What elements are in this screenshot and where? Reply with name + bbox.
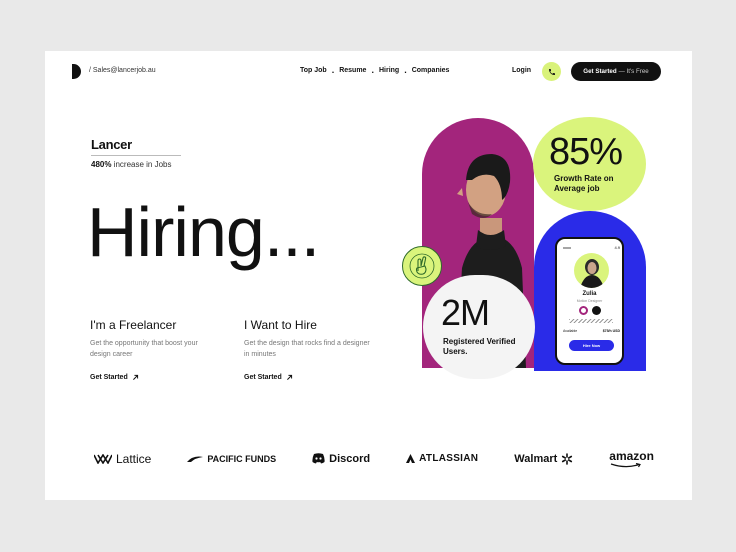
pacific-funds-logo-icon xyxy=(187,456,204,462)
nav-item-resume[interactable]: Resume xyxy=(339,67,366,74)
main-nav: Top Job . Resume . Hiring . Companies xyxy=(300,65,450,75)
lattice-logo-icon xyxy=(94,453,112,464)
login-link[interactable]: Login xyxy=(512,67,531,74)
designer-role: Motion Designer xyxy=(576,299,603,303)
hire-description: Get the design that rocks find a designe… xyxy=(244,340,370,358)
designer-name: Zulia xyxy=(582,291,597,297)
skill-bar xyxy=(569,319,613,323)
peace-hand-icon xyxy=(409,253,435,279)
partner-lattice: Lattice xyxy=(94,452,151,466)
sales-email-link[interactable]: / Sales@lancerjob.au xyxy=(89,67,156,74)
hero-title: Hiring... xyxy=(87,193,320,271)
increase-label: increase in Jobs xyxy=(111,160,172,169)
partner-pacific-funds: PACIFIC FUNDS xyxy=(187,454,276,464)
phone-mockup: 4.9 Zulia Motion Designer Available $75/… xyxy=(555,237,624,365)
divider xyxy=(91,155,181,156)
amazon-smile-icon xyxy=(611,463,642,468)
freelancer-heading: I'm a Freelancer xyxy=(90,318,177,332)
brand-name: Lancer xyxy=(91,137,132,152)
rating-value: 4.9 xyxy=(614,245,620,250)
growth-rate-stat: 85% Growth Rate on Average job xyxy=(533,117,646,211)
cta-suffix: — It's Free xyxy=(618,68,649,75)
link-label: Get Started xyxy=(90,374,128,381)
partner-discord: Discord xyxy=(312,453,370,465)
nav-separator: . xyxy=(331,65,335,75)
freelancer-description: Get the opportunity that boost your desi… xyxy=(90,340,198,358)
partner-amazon: amazon xyxy=(609,449,654,468)
swatch-black[interactable] xyxy=(592,306,601,315)
color-swatches xyxy=(579,306,601,315)
avatar-illustration xyxy=(580,259,604,288)
phone-button[interactable] xyxy=(542,62,561,81)
growth-rate-value: 85% xyxy=(549,131,623,173)
nav-separator: . xyxy=(371,65,374,75)
partner-name: Walmart xyxy=(514,452,558,465)
brand-logo[interactable] xyxy=(72,64,81,79)
nav-item-top-job[interactable]: Top Job xyxy=(300,67,327,74)
hourly-rate: $75/h USD xyxy=(602,329,620,333)
partner-name: amazon xyxy=(609,449,654,463)
registered-users-stat: 2M Registered Verified Users. xyxy=(423,275,535,379)
nav-separator: . xyxy=(404,65,407,75)
partner-name: Discord xyxy=(329,452,371,465)
atlassian-logo-icon xyxy=(406,454,416,463)
jobs-increase-text: 480% increase in Jobs xyxy=(91,160,172,169)
walmart-spark-icon xyxy=(562,452,573,465)
partner-atlassian: ATLASSIAN xyxy=(406,453,478,464)
partner-name: PACIFIC FUNDS xyxy=(207,453,277,464)
nav-item-hiring[interactable]: Hiring xyxy=(379,67,399,74)
discord-logo-icon xyxy=(312,453,325,464)
partner-walmart: Walmart xyxy=(514,453,573,465)
availability-row: Available $75/h USD xyxy=(563,329,620,333)
landing-page-card: / Sales@lancerjob.au Top Job . Resume . … xyxy=(45,51,692,500)
hire-get-started-link[interactable]: Get Started xyxy=(244,374,374,381)
arrow-up-right-icon xyxy=(286,374,292,380)
get-started-free-button[interactable]: Get Started — It's Free xyxy=(571,62,661,81)
hire-heading: I Want to Hire xyxy=(244,318,317,332)
phone-topbar: 4.9 xyxy=(563,245,620,250)
partner-logos: Lattice PACIFIC FUNDS Discord ATLASSIAN … xyxy=(94,449,654,468)
availability-label: Available xyxy=(563,329,578,333)
users-label: Registered Verified Users. xyxy=(443,337,516,356)
hire-now-button[interactable]: Hire Now xyxy=(569,340,614,351)
link-label: Get Started xyxy=(244,374,282,381)
hire-column: I Want to Hire Get the design that rocks… xyxy=(244,318,374,381)
arrow-up-right-icon xyxy=(132,374,138,380)
swatch-purple[interactable] xyxy=(579,306,588,315)
cta-label: Get Started xyxy=(583,68,617,75)
freelancer-get-started-link[interactable]: Get Started xyxy=(90,374,220,381)
phone-icon xyxy=(548,68,555,75)
freelancer-column: I'm a Freelancer Get the opportunity tha… xyxy=(90,318,220,381)
users-value: 2M xyxy=(441,292,490,333)
nav-item-companies[interactable]: Companies xyxy=(412,67,450,74)
back-arrow-icon[interactable] xyxy=(563,246,571,250)
partner-name: Lattice xyxy=(116,451,152,466)
peace-sign-badge xyxy=(402,246,442,286)
avatar xyxy=(574,253,609,288)
partner-name: ATLASSIAN xyxy=(419,453,479,464)
growth-rate-label: Growth Rate on Average job xyxy=(554,174,614,193)
increase-value: 480% xyxy=(91,160,112,169)
